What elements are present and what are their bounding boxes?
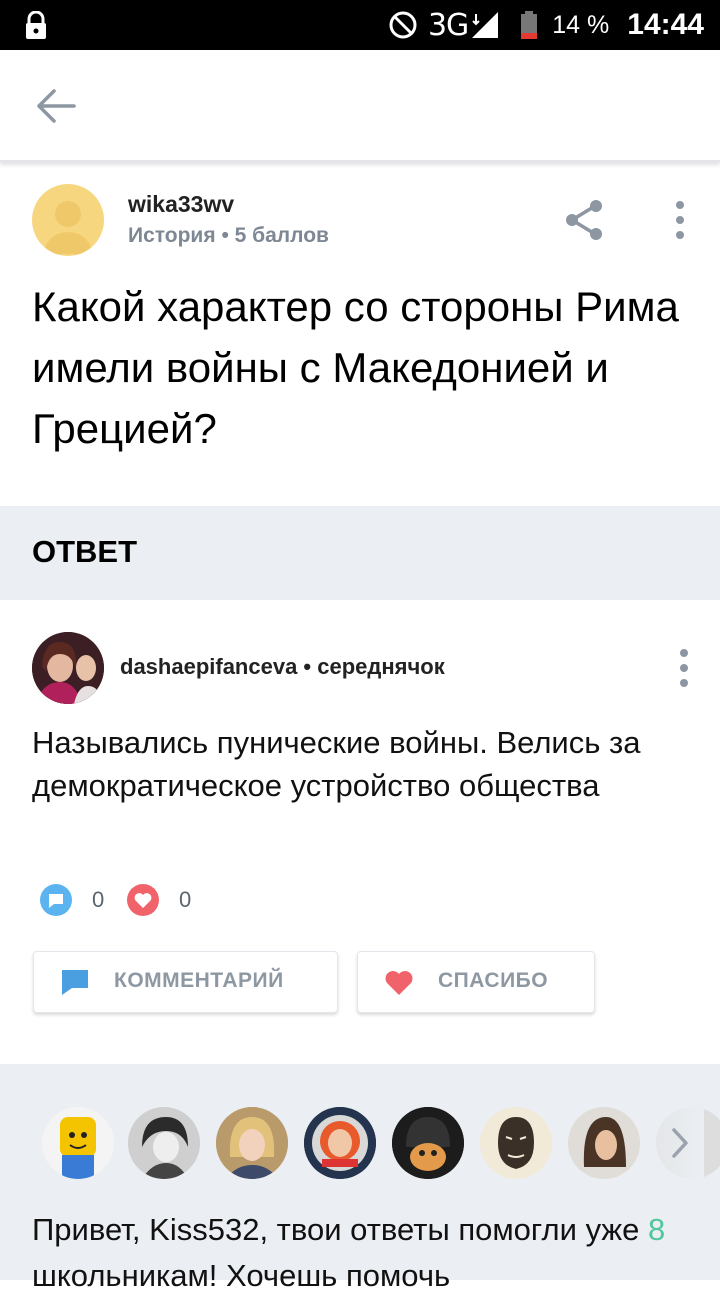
signal-icon	[472, 12, 499, 38]
question-meta: История • 5 баллов	[128, 224, 329, 248]
thanks-counter: 0	[127, 883, 191, 917]
promo-part2: школьникам! Хочешь помочь	[32, 1258, 451, 1293]
default-avatar-icon	[44, 201, 92, 254]
thanks-button[interactable]: СПАСИБО	[357, 951, 595, 1013]
answer-section-header: ОТВЕТ	[0, 506, 720, 600]
comment-icon	[40, 884, 72, 916]
more-vert-icon[interactable]	[668, 196, 692, 244]
question-text: Какой характер со стороны Рима имели вой…	[32, 283, 679, 452]
comment-icon	[62, 970, 88, 995]
status-bar: 3G 14 % 14:44	[0, 0, 720, 50]
lock-icon	[26, 11, 46, 39]
scroll-right-button[interactable]	[656, 1100, 704, 1186]
more-vert-icon[interactable]	[672, 644, 696, 692]
heart-icon	[385, 971, 413, 995]
meta-separator: •	[297, 654, 318, 679]
battery-percent: 14 %	[552, 10, 610, 39]
comments-counter: 0	[40, 883, 104, 917]
comments-count: 0	[92, 887, 105, 912]
answer-author-line: dashaepifanceva • середнячок	[120, 654, 445, 680]
clock: 14:44	[627, 8, 704, 41]
question-subject[interactable]: История	[128, 224, 216, 247]
app-bar	[0, 50, 720, 162]
question-author-name[interactable]: wika33wv	[128, 191, 234, 218]
helped-user-avatar[interactable]	[480, 1107, 552, 1179]
network-type: 3G	[427, 7, 469, 43]
thanks-count: 0	[179, 887, 192, 912]
user-photo	[32, 632, 104, 704]
chevron-right-icon	[672, 1128, 688, 1158]
answer-header-label: ОТВЕТ	[32, 534, 138, 569]
back-arrow-icon[interactable]	[34, 86, 78, 126]
answer-author-name[interactable]: dashaepifanceva	[120, 654, 297, 679]
helped-user-avatar[interactable]	[128, 1107, 200, 1179]
helped-user-avatar[interactable]	[42, 1107, 114, 1179]
question-author-avatar[interactable]	[32, 184, 104, 256]
promo-part1: Привет, Kiss532, твои ответы помогли уже	[32, 1212, 649, 1247]
meta-separator: •	[215, 224, 235, 247]
comment-button-label: КОММЕНТАРИЙ	[114, 969, 284, 992]
helped-user-avatar[interactable]	[568, 1107, 640, 1179]
answer-author-avatar[interactable]	[32, 632, 104, 704]
helped-user-avatar[interactable]	[304, 1107, 376, 1179]
helped-count: 8	[648, 1212, 666, 1247]
question-points: 5 баллов	[234, 224, 329, 247]
share-icon[interactable]	[560, 196, 608, 244]
answer-author-rank: середнячок	[317, 654, 445, 679]
battery-icon	[521, 11, 538, 39]
dnd-icon	[389, 11, 417, 39]
helped-user-avatar[interactable]	[216, 1107, 288, 1179]
thanks-button-label: СПАСИБО	[438, 969, 549, 992]
comment-button[interactable]: КОММЕНТАРИЙ	[33, 951, 338, 1013]
answer-text: Назывались пунические войны. Велись за д…	[32, 725, 641, 803]
heart-icon	[127, 884, 159, 916]
promo-text: Привет, Kiss532, твои ответы помогли уже…	[32, 1207, 712, 1299]
helped-user-avatar[interactable]	[392, 1107, 464, 1179]
